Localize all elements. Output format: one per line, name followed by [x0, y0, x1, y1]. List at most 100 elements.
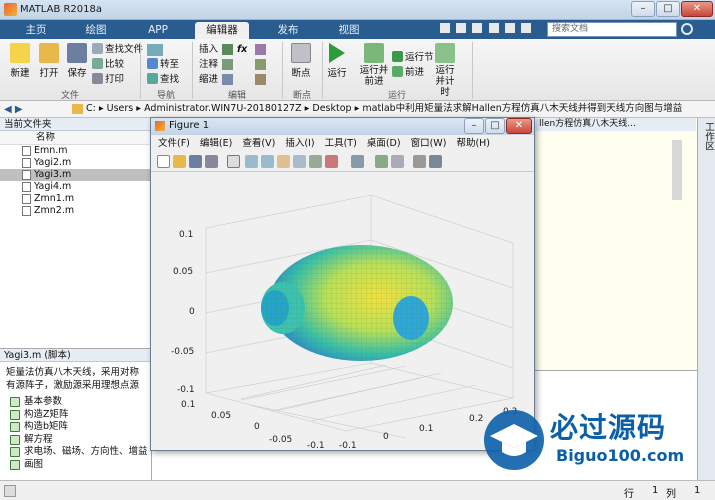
x-tick-label: 0	[254, 422, 260, 432]
comment-button[interactable]: 注释	[199, 58, 218, 72]
breadcrumb[interactable]: C: ▸ Users ▸ Administrator.WIN7U-2018012…	[86, 101, 706, 118]
save-icon[interactable]	[440, 23, 450, 33]
show-plot-tools-icon[interactable]	[429, 155, 442, 168]
compare-button[interactable]: 比较	[92, 58, 124, 72]
path-segment[interactable]: Administrator.WIN7U-20180127Z	[144, 103, 302, 114]
link-plot-icon[interactable]	[351, 155, 364, 168]
back-forward-icon[interactable]	[147, 44, 163, 56]
tab-apps[interactable]: APP	[136, 22, 180, 39]
new-button[interactable]: 新建	[6, 43, 34, 79]
tab-publish[interactable]: 发布	[266, 22, 310, 39]
rotate-3d-icon[interactable]	[293, 155, 306, 168]
section-item[interactable]: 构造b矩阵	[0, 421, 151, 434]
search-icon[interactable]	[681, 23, 693, 35]
section-item[interactable]: 基本参数	[0, 396, 151, 409]
menu-view[interactable]: 查看(V)	[242, 138, 275, 149]
current-folder-panel: 当前文件夹 名称 Emn.m Yagi2.m Yagi3.m Yagi4.m Z…	[0, 118, 152, 348]
file-item[interactable]: Zmn1.m	[0, 193, 151, 205]
forward-arrow-icon[interactable]: ▶	[15, 104, 23, 115]
go-to-button[interactable]: 转至	[147, 58, 179, 72]
file-item[interactable]: Emn.m	[0, 145, 151, 157]
path-segment[interactable]: Desktop	[312, 103, 351, 114]
run-advance-button[interactable]: 运行并前进	[354, 43, 394, 87]
back-arrow-icon[interactable]: ◀	[4, 104, 12, 115]
paste-icon[interactable]	[488, 23, 499, 33]
menu-tools[interactable]: 工具(T)	[325, 138, 357, 149]
zoom-out-icon[interactable]	[261, 155, 274, 168]
pan-icon[interactable]	[277, 155, 290, 168]
section-item[interactable]: 解方程	[0, 434, 151, 447]
minimize-button[interactable]: –	[631, 1, 655, 17]
nav-arrows[interactable]: ◀ ▶	[4, 104, 44, 115]
insert-section-icon[interactable]	[222, 44, 233, 55]
comment-icon[interactable]	[222, 59, 233, 70]
maximize-button[interactable]: □	[656, 1, 680, 17]
path-segment[interactable]: Users	[107, 103, 134, 114]
menu-desktop[interactable]: 桌面(D)	[367, 138, 401, 149]
copy-icon[interactable]	[472, 23, 483, 33]
workspace-label[interactable]: 工作区	[701, 122, 715, 151]
wrap-icon[interactable]	[255, 59, 266, 70]
breakpoint-icon	[291, 43, 311, 63]
insert-cell-icon[interactable]	[255, 44, 266, 55]
undo-icon[interactable]	[504, 23, 515, 33]
cut-icon[interactable]	[456, 23, 467, 33]
tab-plots[interactable]: 绘图	[74, 22, 118, 39]
fx-button[interactable]: fx	[237, 43, 247, 57]
editor-scrollbar[interactable]	[672, 140, 682, 200]
tab-view[interactable]: 视图	[327, 22, 371, 39]
tab-editor[interactable]: 编辑器	[195, 22, 249, 39]
data-cursor-icon[interactable]	[309, 155, 322, 168]
menu-file[interactable]: 文件(F)	[158, 138, 190, 149]
indent-button[interactable]: 缩进	[199, 73, 218, 87]
print-button[interactable]: 打印	[92, 73, 124, 87]
figure-close-button[interactable]: ✕	[506, 118, 532, 134]
save-button[interactable]: 保存	[63, 43, 91, 79]
section-item[interactable]: 构造Z矩阵	[0, 409, 151, 422]
find-files-button[interactable]: 查找文件	[92, 43, 143, 57]
hide-plot-tools-icon[interactable]	[413, 155, 426, 168]
search-docs-input[interactable]: 搜索文档	[547, 22, 677, 37]
y-tick-label: 0	[383, 432, 389, 442]
editor-tab[interactable]: llen方程仿真八木天线...	[536, 118, 696, 131]
path-segment[interactable]: C:	[86, 103, 96, 114]
open-file-icon[interactable]	[173, 155, 186, 168]
insert-button[interactable]: 插入	[199, 43, 218, 57]
path-segment[interactable]: matlab中利用矩量法求解Hallen方程仿真八木天线并得到天线方向图与增益	[362, 103, 682, 114]
print-figure-icon[interactable]	[205, 155, 218, 168]
menu-edit[interactable]: 编辑(E)	[200, 138, 232, 149]
tab-home[interactable]: 主页	[14, 22, 58, 39]
find-button[interactable]: 查找	[147, 73, 179, 87]
figure-toolbar	[151, 152, 534, 172]
brush-icon[interactable]	[325, 155, 338, 168]
figure-window[interactable]: Figure 1 – □ ✕ 文件(F) 编辑(E) 查看(V) 插入(I) 工…	[150, 117, 535, 451]
save-figure-icon[interactable]	[189, 155, 202, 168]
open-button[interactable]: 打开	[35, 43, 63, 79]
legend-icon[interactable]	[391, 155, 404, 168]
section-item[interactable]: 画图	[0, 459, 151, 472]
pointer-icon[interactable]	[227, 155, 240, 168]
file-item[interactable]: Zmn2.m	[0, 205, 151, 217]
menu-window[interactable]: 窗口(W)	[411, 138, 447, 149]
new-figure-icon[interactable]	[157, 155, 170, 168]
figure-maximize-button[interactable]: □	[485, 118, 505, 134]
run-button[interactable]: 运行	[322, 43, 352, 79]
zoom-in-icon[interactable]	[245, 155, 258, 168]
file-item-selected[interactable]: Yagi3.m	[0, 169, 151, 181]
z-tick-label: 0.1	[179, 230, 193, 240]
close-button[interactable]: ✕	[681, 1, 713, 17]
breakpoint-button[interactable]: 断点	[286, 43, 316, 79]
help-icon[interactable]	[520, 23, 531, 33]
column-header-name[interactable]: 名称	[0, 131, 151, 145]
menu-help[interactable]: 帮助(H)	[456, 138, 490, 149]
run-section-button[interactable]: 运行节	[392, 51, 434, 65]
figure-minimize-button[interactable]: –	[464, 118, 484, 134]
advance-button[interactable]: 前进	[392, 66, 424, 80]
section-item[interactable]: 求电场、磁场、方向性、增益	[0, 446, 151, 459]
file-item[interactable]: Yagi4.m	[0, 181, 151, 193]
file-item[interactable]: Yagi2.m	[0, 157, 151, 169]
colorbar-icon[interactable]	[375, 155, 388, 168]
menu-insert[interactable]: 插入(I)	[285, 138, 314, 149]
indent-icon[interactable]	[222, 74, 233, 85]
smart-indent-icon[interactable]	[255, 74, 266, 85]
